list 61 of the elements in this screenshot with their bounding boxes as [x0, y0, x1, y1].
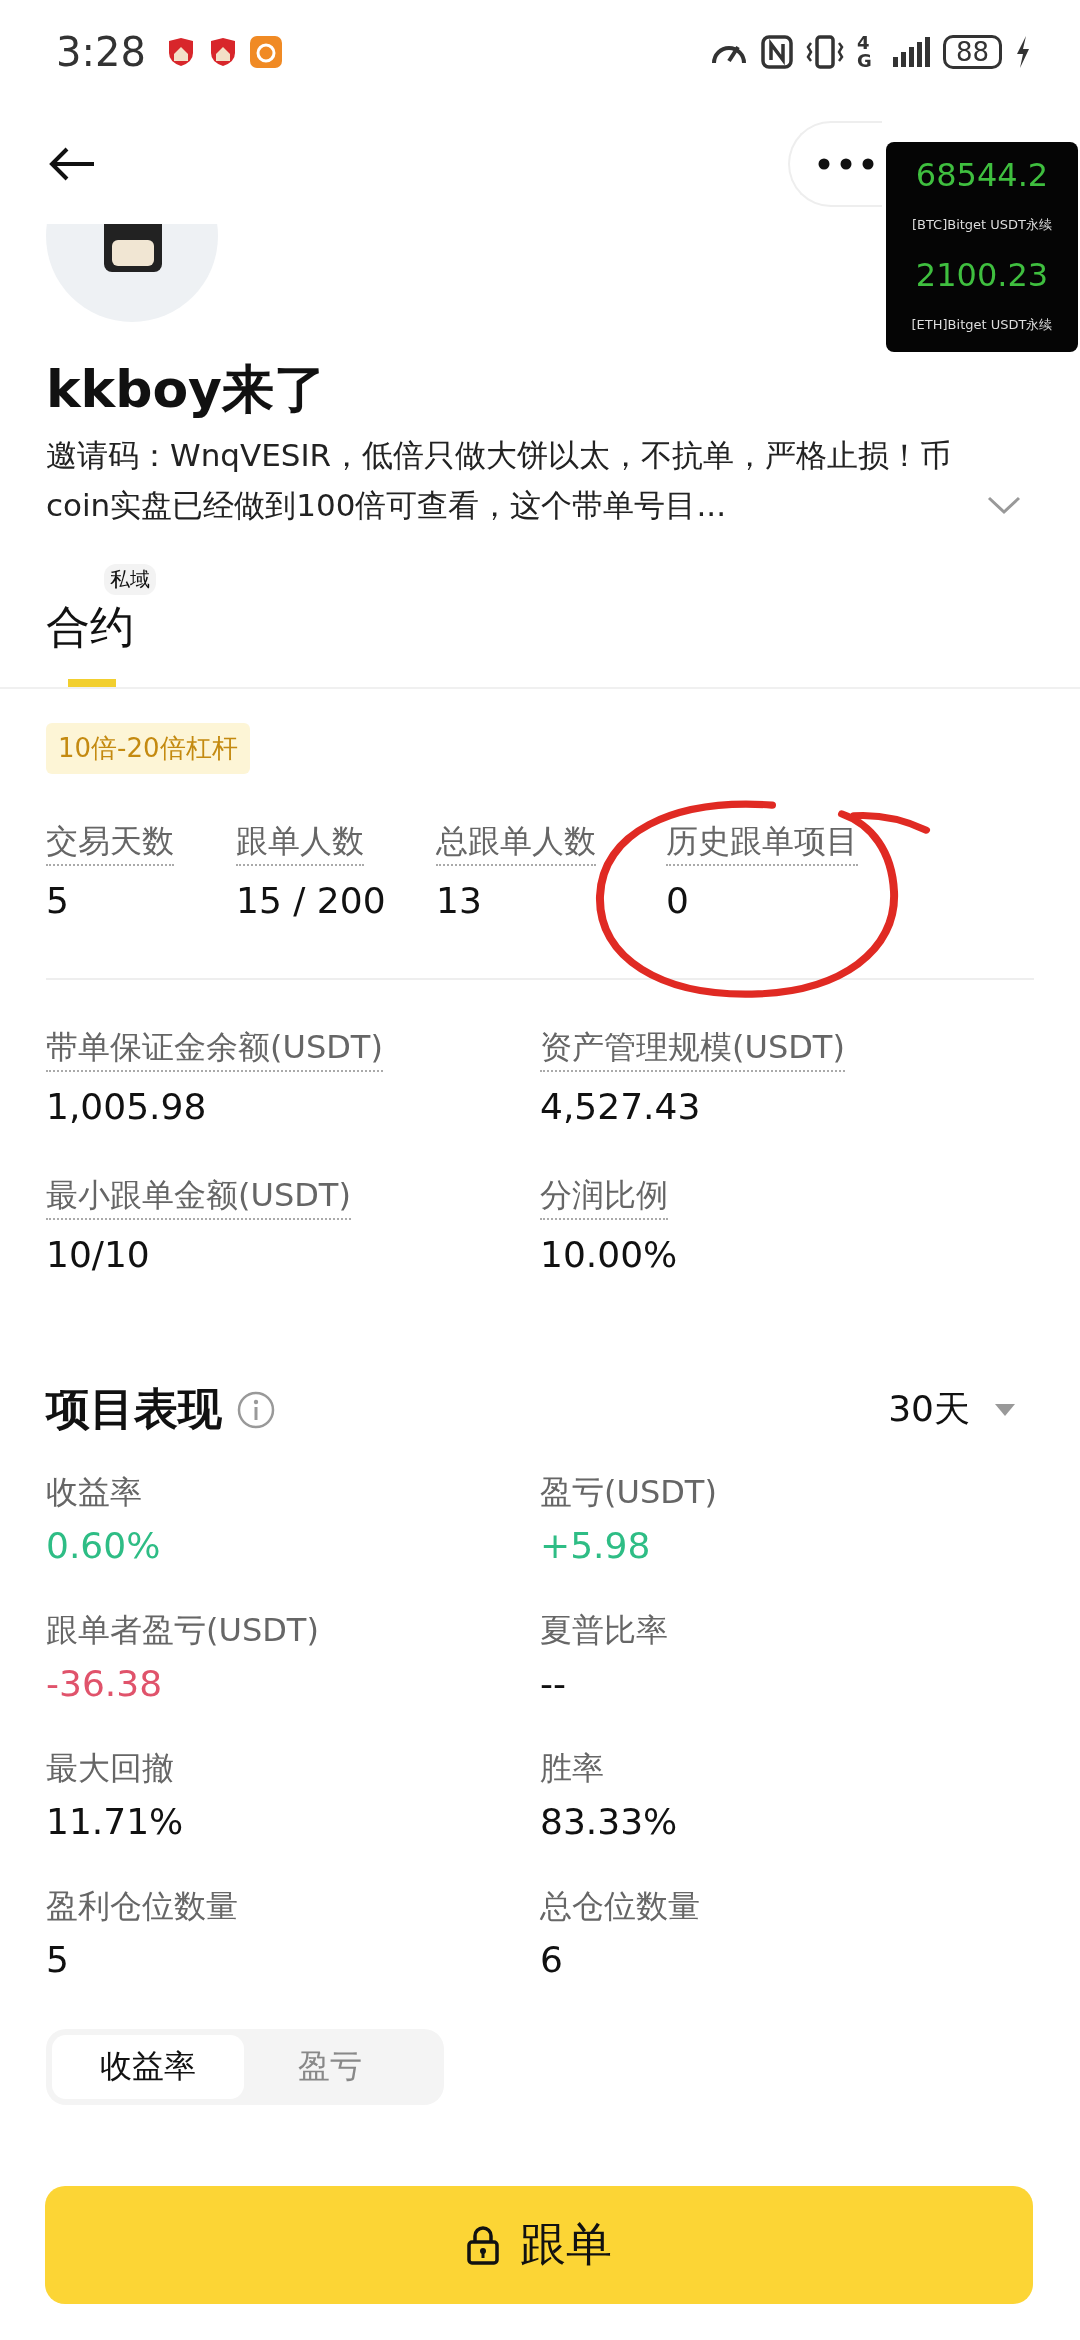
metric-label: 总仓位数量	[540, 1886, 700, 1927]
app-notification-icon	[249, 36, 282, 68]
info-icon[interactable]	[236, 1389, 276, 1430]
battery-level: 88	[942, 35, 1002, 69]
status-time: 3:28	[56, 29, 146, 75]
metric-value: 5	[46, 1938, 69, 1982]
stat-value: 13	[436, 879, 482, 923]
ticker-label: [BTC]Bitget USDT永续	[911, 216, 1053, 234]
metric-value: +5.98	[540, 1524, 651, 1568]
metric-value: -36.38	[46, 1662, 163, 1706]
expand-chevron-icon[interactable]	[986, 494, 1022, 516]
metric-label: 盈亏(USDT)	[540, 1472, 717, 1513]
stat-value: 15 / 200	[236, 879, 386, 923]
private-badge: 私域	[104, 564, 156, 595]
metric-value: 6	[540, 1938, 563, 1982]
info-label: 最小跟单金额(USDT)	[46, 1172, 351, 1220]
signal-icon	[890, 35, 931, 69]
info-label: 带单保证金余额(USDT)	[46, 1024, 383, 1072]
info-value: 10/10	[46, 1233, 150, 1277]
lock-icon	[466, 2225, 500, 2265]
tab-label: 合约	[46, 600, 135, 654]
stat-label: 历史跟单项目	[666, 818, 858, 866]
profile-bio: 邀请码：WnqVESIR，低倍只做大饼以太，不抗单，严格止损！币coin实盘已经做到100倍可查看，这个带单号目...	[46, 436, 953, 525]
info-label: 分润比例	[540, 1172, 668, 1220]
dropdown-caret-icon	[994, 1402, 1016, 1417]
vibrate-icon	[804, 35, 845, 69]
profile-name: kkboy来了	[46, 358, 327, 421]
charging-icon	[1014, 35, 1032, 69]
ticker-price: 68544.2	[915, 155, 1049, 196]
metric-label: 最大回撤	[46, 1748, 174, 1789]
stat-label: 跟单人数	[236, 818, 364, 866]
stat-value: 5	[46, 879, 69, 923]
metric-label: 胜率	[540, 1748, 604, 1789]
metric-label: 跟单者盈亏(USDT)	[46, 1610, 319, 1651]
stat-label: 总跟单人数	[436, 818, 596, 866]
back-arrow-icon[interactable]	[48, 146, 96, 182]
stat-label: 交易天数	[46, 818, 174, 866]
stat-value: 0	[666, 879, 689, 923]
info-label: 资产管理规模(USDT)	[540, 1024, 845, 1072]
contract-tab[interactable]: 私域 合约	[46, 560, 156, 687]
network-type: 4G	[856, 34, 873, 70]
metric-value: 11.71%	[46, 1800, 184, 1844]
ticker-price: 2100.23	[915, 255, 1049, 296]
metric-value: 83.33%	[540, 1800, 678, 1844]
info-value: 10.00%	[540, 1233, 678, 1277]
tab-underline	[68, 679, 116, 687]
chart-tab[interactable]: 收益率	[52, 2035, 244, 2099]
section-title: 项目表现	[46, 1382, 222, 1436]
nfc-icon	[760, 35, 793, 69]
metric-value: 0.60%	[46, 1524, 161, 1568]
more-icon	[818, 158, 874, 170]
metric-label: 盈利仓位数量	[46, 1886, 238, 1927]
ticker-label: [ETH]Bitget USDT永续	[911, 316, 1053, 334]
info-value: 1,005.98	[46, 1085, 207, 1129]
metric-value: --	[540, 1662, 566, 1706]
period-dropdown[interactable]: 30天	[888, 1385, 1034, 1434]
info-value: 4,527.43	[540, 1085, 701, 1129]
follow-button[interactable]: 跟单	[45, 2186, 1033, 2304]
leverage-tag: 10倍-20倍杠杆	[46, 723, 250, 774]
metric-label: 收益率	[46, 1472, 142, 1513]
metric-label: 夏普比率	[540, 1610, 668, 1651]
